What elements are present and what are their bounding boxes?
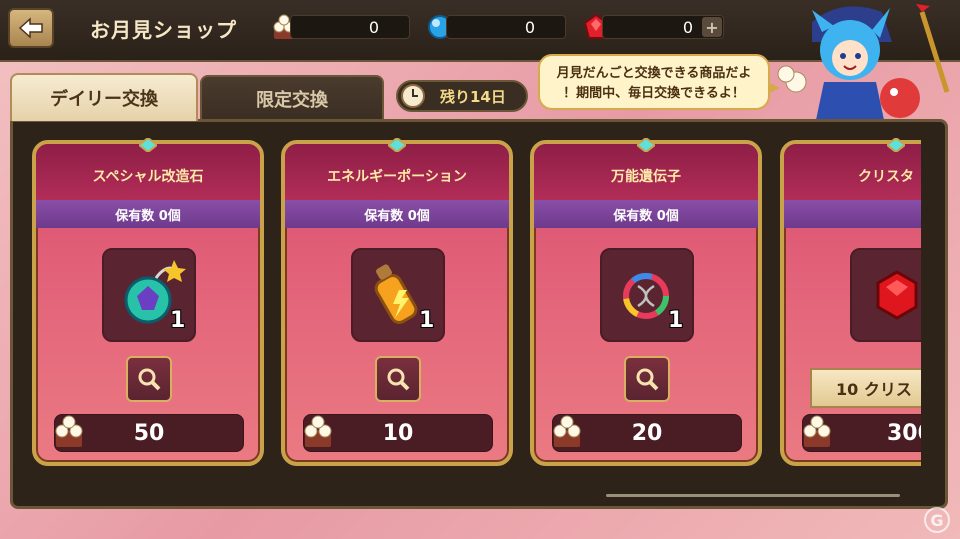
card-title: 万能遺伝子 [534, 144, 758, 200]
card-owned-count: 保有数 0個 [285, 200, 509, 228]
back-button[interactable] [8, 8, 54, 48]
speech-line-1: 月見だんごと交換できる商品だよ [556, 66, 752, 81]
shop-title: お月見ショップ [90, 18, 237, 42]
tab-limited-label: 限定交換 [256, 90, 328, 111]
item-detail-button[interactable] [126, 356, 172, 402]
card-owned-bar [784, 200, 921, 228]
card-clip-area: クリスタ 10 クリス 300 [780, 136, 921, 470]
exchange-price-button[interactable]: 20 [552, 414, 742, 452]
shop-card-energy-potion[interactable]: エネルギーポーション 保有数 0個 1 10 [281, 138, 513, 466]
tab-daily-label: デイリー交換 [50, 89, 158, 110]
magnifier-icon [636, 368, 659, 391]
tab-daily-exchange[interactable]: デイリー交換 [10, 73, 198, 121]
dango-count: 0 [368, 17, 379, 37]
back-arrow-icon [18, 17, 43, 39]
dango-icon [55, 415, 83, 447]
tab-limited-exchange[interactable]: 限定交換 [200, 75, 384, 121]
speech-line-2: ！期間中、毎日交換できるよ！ [563, 86, 745, 101]
price-value: 10 [382, 420, 414, 446]
price-value: 300 [887, 420, 921, 446]
blue-orb-counter: 0 [446, 15, 566, 39]
shop-card-special-stone[interactable]: スペシャル改造石 保有数 0個 1 50 [32, 138, 264, 466]
watermark-logo: G [924, 507, 950, 533]
price-value: 20 [631, 420, 663, 446]
exchange-price-button[interactable]: 300 [802, 414, 921, 452]
mascot-character-icon [777, 4, 950, 120]
dango-counter: 0 [290, 15, 410, 39]
magnifier-icon [387, 368, 410, 391]
card-title: エネルギーポーション [285, 144, 509, 200]
mascot-speech-bubble: 月見だんごと交換できる商品だよ ！期間中、毎日交換できるよ！ [538, 54, 780, 110]
red-crystal-icon [876, 270, 918, 320]
item-quantity: 1 [419, 308, 435, 333]
item-image-frame [850, 248, 921, 342]
horizontal-scrollbar[interactable] [606, 494, 900, 497]
card-gem-ornament-icon [388, 138, 406, 152]
card-gem-ornament-icon [887, 138, 905, 152]
item-detail-button[interactable] [375, 356, 421, 402]
card-owned-count: 保有数 0個 [534, 200, 758, 228]
dango-icon [553, 415, 581, 447]
dango-icon [304, 415, 332, 447]
magnifier-icon [138, 368, 161, 391]
card-gem-ornament-icon [139, 138, 157, 152]
crystal-bundle-label: 10 クリス [810, 368, 921, 408]
item-quantity: 1 [170, 308, 186, 333]
blue-orb-count: 0 [524, 17, 535, 37]
plus-icon[interactable]: + [702, 17, 722, 37]
clock-icon [401, 84, 425, 108]
red-gem-count: 0 [682, 17, 693, 37]
card-title: スペシャル改造石 [36, 144, 260, 200]
card-title: クリスタ [784, 144, 921, 200]
remaining-time-text: 残り14日 [440, 87, 506, 106]
exchange-price-button[interactable]: 10 [303, 414, 493, 452]
price-value: 50 [133, 420, 165, 446]
card-gem-ornament-icon [637, 138, 655, 152]
shop-card-red-crystal[interactable]: クリスタ 10 クリス 300 [780, 138, 921, 466]
item-detail-button[interactable] [624, 356, 670, 402]
remaining-time-badge: 残り14日 [396, 80, 528, 112]
card-owned-count: 保有数 0個 [36, 200, 260, 228]
item-quantity: 1 [668, 308, 684, 333]
dango-icon [803, 415, 831, 447]
shop-card-universal-gene[interactable]: 万能遺伝子 保有数 0個 1 20 [530, 138, 762, 466]
exchange-price-button[interactable]: 50 [54, 414, 244, 452]
